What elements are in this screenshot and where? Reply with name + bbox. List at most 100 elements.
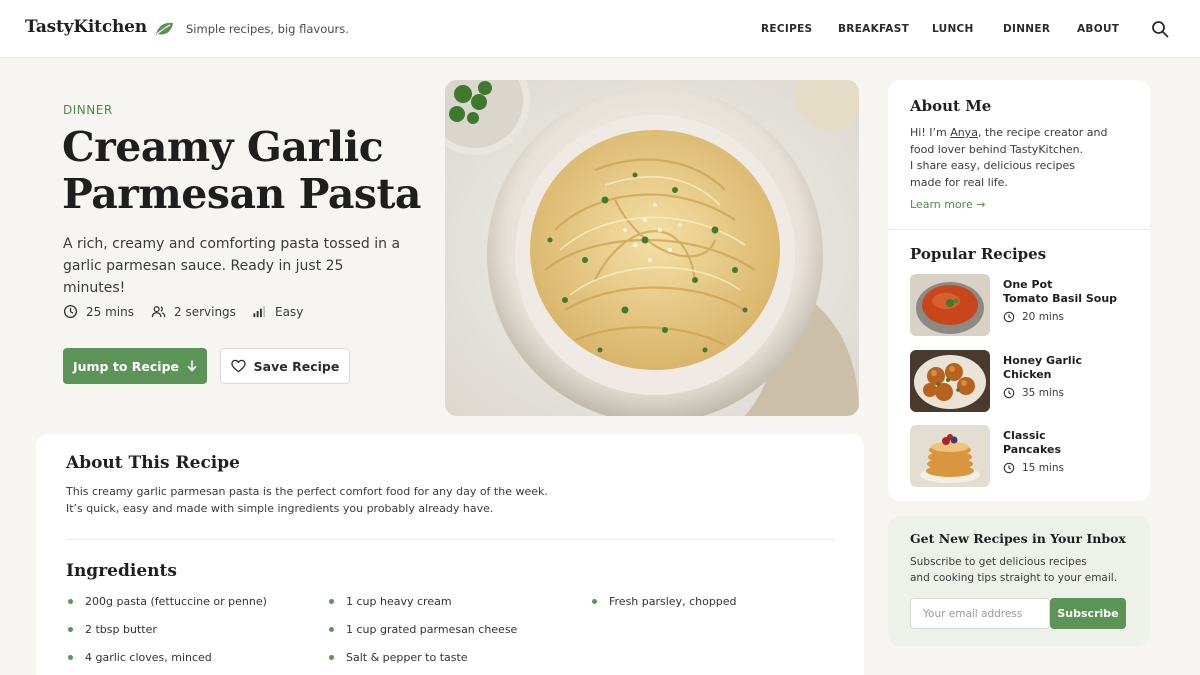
- popular-recipe-item[interactable]: Classic Pancakes 15 mins: [910, 425, 1130, 488]
- nav-about[interactable]: ABOUT: [1077, 23, 1119, 35]
- ingredient-text: 2 tbsp butter: [85, 623, 157, 636]
- newsletter-card: Get New Recipes in Your Inbox Subscribe …: [888, 516, 1150, 646]
- ingredient-text: 1 cup grated parmesan cheese: [346, 623, 518, 636]
- about-me-line3: I share easy, delicious recipes: [910, 159, 1075, 172]
- arrow-down-icon: [187, 360, 197, 372]
- section-divider: [66, 539, 834, 540]
- site-logo[interactable]: TastyKitchen: [25, 17, 147, 37]
- heart-icon: [230, 359, 246, 373]
- meta-servings-value: 2 servings: [174, 304, 236, 319]
- clock-icon: [1003, 462, 1015, 474]
- ingredient-item: Salt & pepper to taste: [329, 651, 468, 664]
- popular-title-line2: Chicken: [1003, 368, 1052, 381]
- meta-servings: 2 servings: [151, 304, 236, 319]
- bullet-dot: [68, 599, 73, 604]
- recipe-title: Creamy Garlic Parmesan Pasta: [62, 124, 442, 218]
- nav-lunch[interactable]: LUNCH: [932, 23, 974, 35]
- pasta-bowl-illustration: [445, 80, 859, 416]
- recipe-hero-image: [445, 80, 859, 416]
- about-recipe-heading: About This Recipe: [66, 453, 240, 473]
- save-recipe-label: Save Recipe: [253, 358, 340, 374]
- bullet-dot: [329, 599, 334, 604]
- ingredient-text: 4 garlic cloves, minced: [85, 651, 212, 664]
- email-field[interactable]: [910, 598, 1050, 629]
- popular-time-value: 35 mins: [1022, 387, 1064, 399]
- recipe-category[interactable]: DINNER: [63, 103, 113, 117]
- popular-recipe-item[interactable]: Honey Garlic Chicken 35 mins: [910, 350, 1130, 413]
- newsletter-line1: Subscribe to get delicious recipes: [910, 556, 1087, 568]
- popular-time-value: 15 mins: [1022, 462, 1064, 474]
- ingredients-heading: Ingredients: [66, 561, 177, 581]
- author-name-link[interactable]: Anya: [950, 126, 978, 139]
- recipe-title-line1: Creamy Garlic: [62, 123, 384, 171]
- meta-time-value: 25 mins: [86, 304, 134, 319]
- site-header: TastyKitchen Simple recipes, big flavour…: [0, 0, 1200, 58]
- popular-title-line1: One Pot: [1003, 278, 1053, 291]
- about-recipe-card: About This Recipe This creamy garlic par…: [36, 434, 864, 675]
- about-me-text: Hi! I’m Anya, the recipe creator and foo…: [910, 125, 1130, 191]
- meta-difficulty-value: Easy: [275, 304, 304, 319]
- ingredient-item: 4 garlic cloves, minced: [68, 651, 212, 664]
- ingredient-item: 2 tbsp butter: [68, 623, 157, 636]
- popular-recipe-time: 20 mins: [1003, 311, 1064, 323]
- bullet-dot: [329, 655, 334, 660]
- ingredient-item: 200g pasta (fettuccine or penne): [68, 595, 267, 608]
- ingredient-item: 1 cup grated parmesan cheese: [329, 623, 517, 636]
- ingredient-text: 1 cup heavy cream: [346, 595, 452, 608]
- tomato-soup-thumbnail: [910, 274, 990, 336]
- difficulty-bars-icon: [253, 306, 266, 318]
- about-me-line2: food lover behind TastyKitchen.: [910, 142, 1084, 156]
- about-me-pre: Hi! I’m: [910, 126, 951, 139]
- sidebar-card: About Me Hi! I’m Anya, the recipe creato…: [888, 80, 1150, 501]
- popular-title-line2: Tomato Basil Soup: [1003, 292, 1118, 305]
- ingredient-text: Salt & pepper to taste: [346, 651, 468, 664]
- meta-difficulty: Easy: [252, 304, 303, 319]
- popular-recipe-item[interactable]: One Pot Tomato Basil Soup 20 mins: [910, 274, 1130, 337]
- nav-breakfast[interactable]: BREAKFAST: [838, 23, 909, 35]
- recipe-description: A rich, creamy and comforting pasta toss…: [63, 236, 401, 296]
- nav-recipes[interactable]: RECIPES: [761, 23, 812, 35]
- about-me-heading: About Me: [910, 97, 992, 115]
- newsletter-text: Subscribe to get delicious recipes and c…: [910, 554, 1117, 586]
- about-recipe-text: This creamy garlic parmesan pasta is the…: [66, 483, 548, 517]
- honey-chicken-thumbnail: [910, 350, 990, 412]
- clock-icon: [1003, 387, 1015, 399]
- popular-recipes-heading: Popular Recipes: [910, 245, 1047, 263]
- clock-icon: [1003, 311, 1015, 323]
- leaf-icon: [156, 22, 173, 35]
- popular-title-line2: Pancakes: [1003, 443, 1061, 456]
- newsletter-line2: and cooking tips straight to your email.: [910, 572, 1118, 584]
- subscribe-button[interactable]: Subscribe: [1050, 598, 1126, 629]
- bullet-dot: [592, 599, 597, 604]
- popular-title-line1: Honey Garlic: [1003, 354, 1082, 367]
- meta-time: 25 mins: [63, 304, 134, 319]
- jump-to-recipe-button[interactable]: Jump to Recipe: [63, 348, 207, 384]
- bullet-dot: [329, 627, 334, 632]
- ingredient-item: 1 cup heavy cream: [329, 595, 452, 608]
- popular-recipe-title: Honey Garlic Chicken: [1003, 354, 1128, 382]
- save-recipe-button[interactable]: Save Recipe: [220, 348, 350, 384]
- popular-recipe-time: 35 mins: [1003, 387, 1064, 399]
- jump-to-recipe-label: Jump to Recipe: [72, 358, 179, 374]
- popular-recipe-title: Classic Pancakes: [1003, 429, 1128, 457]
- popular-recipe-time: 15 mins: [1003, 462, 1064, 474]
- bullet-dot: [68, 655, 73, 660]
- about-me-line1: Hi! I’m Anya, the recipe creator and: [910, 125, 1130, 142]
- newsletter-heading: Get New Recipes in Your Inbox: [910, 531, 1126, 546]
- about-me-post: , the recipe creator and: [977, 126, 1108, 139]
- popular-time-value: 20 mins: [1022, 311, 1064, 323]
- nav-dinner[interactable]: DINNER: [1003, 23, 1050, 35]
- learn-more-link[interactable]: Learn more →: [910, 198, 985, 211]
- recipe-title-line2: Parmesan Pasta: [62, 170, 421, 218]
- about-recipe-line1: This creamy garlic parmesan pasta is the…: [66, 485, 548, 498]
- popular-recipe-title: One Pot Tomato Basil Soup: [1003, 278, 1128, 306]
- ingredient-text: Fresh parsley, chopped: [609, 595, 737, 608]
- sidebar-divider: [888, 229, 1150, 230]
- bullet-dot: [68, 627, 73, 632]
- search-icon[interactable]: [1151, 20, 1169, 38]
- pancakes-thumbnail: [910, 425, 990, 487]
- about-me-line4: made for real life.: [910, 175, 1008, 189]
- ingredient-item: Fresh parsley, chopped: [592, 595, 737, 608]
- users-icon: [151, 306, 166, 318]
- clock-icon: [63, 304, 78, 319]
